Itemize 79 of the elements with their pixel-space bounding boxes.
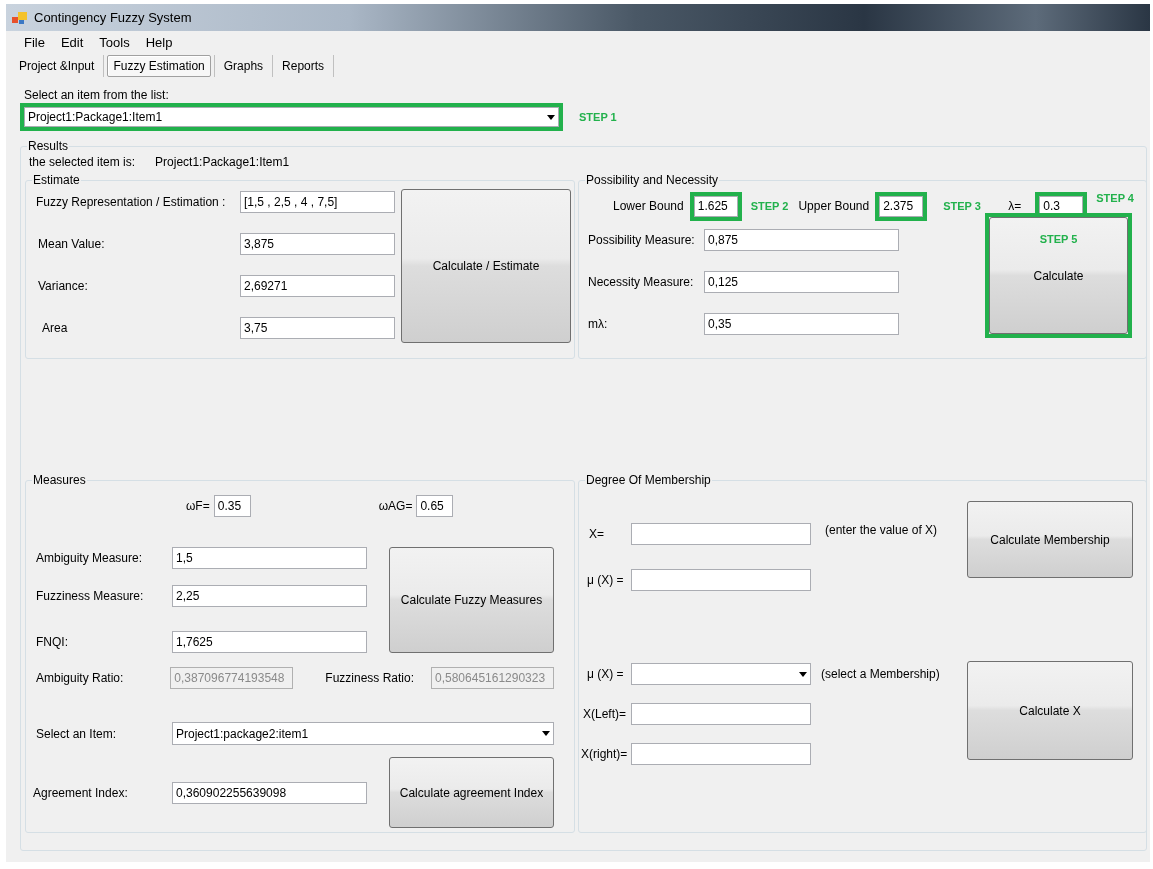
field-label: μ (X) =	[587, 573, 625, 587]
field-label: Upper Bound	[798, 199, 870, 213]
calculate-button[interactable]: Calculate / Estimate	[401, 189, 571, 343]
menu-item[interactable]: File	[16, 34, 53, 50]
input-field[interactable]	[631, 703, 811, 725]
selected-item-value: Project1:Package1:Item1	[155, 155, 290, 171]
app-icon	[12, 10, 28, 25]
field-label: X(Left)=	[582, 707, 628, 721]
input-field[interactable]	[631, 743, 811, 765]
field-label: Mean Value:	[37, 236, 106, 253]
field-label: the selected item is:	[29, 155, 136, 171]
tab[interactable]: Project &Input	[13, 55, 101, 77]
tab[interactable]: Graphs	[217, 55, 270, 77]
value-field[interactable]: 2,25	[172, 585, 367, 607]
field-label: λ=	[1008, 199, 1022, 213]
value-field[interactable]: 0,35	[704, 313, 899, 335]
group-title: Possibility and Necessity	[585, 173, 720, 187]
menu-item[interactable]: Edit	[52, 34, 92, 50]
value-field[interactable]: 0,360902255639098	[172, 781, 367, 804]
item-dropdown[interactable]: Project1:package2:item1	[172, 722, 554, 745]
group-title: Estimate	[32, 173, 81, 187]
calculate-button[interactable]: Calculate X	[967, 661, 1133, 760]
dropdown-arrow-icon	[799, 671, 807, 677]
field-label: Ambiguity Measure:	[36, 550, 144, 567]
dropdown-arrow-icon	[542, 731, 550, 736]
item-dropdown[interactable]: Project1:Package1:Item1	[24, 107, 559, 127]
step-label: STEP 5	[1038, 233, 1079, 245]
hint-text: (enter the value of X)	[825, 523, 938, 537]
field-label: Fuzziness Ratio:	[325, 671, 416, 685]
value-field[interactable]: 2,69271	[240, 275, 395, 297]
field-label: Select an Item:	[36, 725, 118, 743]
dropdown-arrow-icon	[547, 114, 555, 120]
value-field[interactable]: 3,75	[240, 317, 395, 339]
group-title: Results	[27, 139, 69, 153]
hint-text: (select a Membership)	[821, 667, 940, 681]
tab[interactable]: Fuzzy Estimation	[107, 55, 211, 77]
group-title: Degree Of Membership	[585, 473, 712, 487]
value-field[interactable]: [1,5 , 2,5 , 4 , 7,5]	[240, 191, 395, 213]
field-label: Fuzzy Representation / Estimation :	[35, 194, 227, 211]
calculate-button[interactable]: Calculate Fuzzy Measures	[389, 547, 554, 653]
value-field[interactable]: 1,7625	[172, 631, 367, 653]
field-label: Lower Bound	[613, 199, 684, 213]
menu-item[interactable]: Tools	[91, 34, 138, 50]
input-field[interactable]	[631, 523, 811, 545]
field-label: X=	[588, 527, 605, 541]
field-label: Necessity Measure:	[588, 274, 695, 291]
field-label: mλ:	[588, 316, 609, 333]
field-label: Variance:	[37, 278, 89, 295]
step-label: STEP 3	[943, 200, 981, 212]
field-label: FNQI:	[36, 634, 69, 651]
value-field[interactable]: 0,125	[704, 271, 899, 293]
field-label: Select an item from the list:	[24, 88, 170, 103]
field-label: μ (X) =	[586, 667, 625, 681]
group-title: Measures	[32, 473, 87, 487]
field-label: Possibility Measure:	[588, 232, 696, 249]
membership-dropdown[interactable]	[631, 663, 811, 685]
value-field[interactable]: 0,875	[704, 229, 899, 251]
value-field[interactable]: 2.375	[879, 195, 924, 217]
value-field[interactable]: 3,875	[240, 233, 395, 255]
field-label: Agreement Index:	[33, 784, 129, 802]
weight-field[interactable]: 0.35	[213, 495, 251, 517]
calculate-button[interactable]: Calculate Membership	[967, 501, 1133, 578]
tab[interactable]: Reports	[276, 55, 331, 77]
input-field[interactable]	[631, 569, 811, 591]
field-label: ωF=	[186, 499, 210, 513]
value-field[interactable]: 1.625	[693, 195, 738, 217]
step-label: STEP 4	[1096, 191, 1134, 204]
field-label: Area	[41, 320, 69, 337]
step-label: STEP 1	[579, 111, 617, 123]
field-label: X(right)=	[581, 747, 629, 761]
field-label: Ambiguity Ratio:	[36, 671, 125, 685]
step-label: STEP 2	[750, 200, 789, 212]
field-label: Fuzziness Measure:	[36, 588, 145, 605]
window-title: Contingency Fuzzy System	[34, 10, 192, 25]
value-field[interactable]: 1,5	[172, 547, 367, 569]
field-label: ωAG=	[378, 499, 413, 513]
calculate-button[interactable]: Calculate agreement Index	[389, 757, 554, 828]
weight-field[interactable]: 0.65	[416, 495, 454, 517]
menu-item[interactable]: Help	[137, 34, 181, 50]
